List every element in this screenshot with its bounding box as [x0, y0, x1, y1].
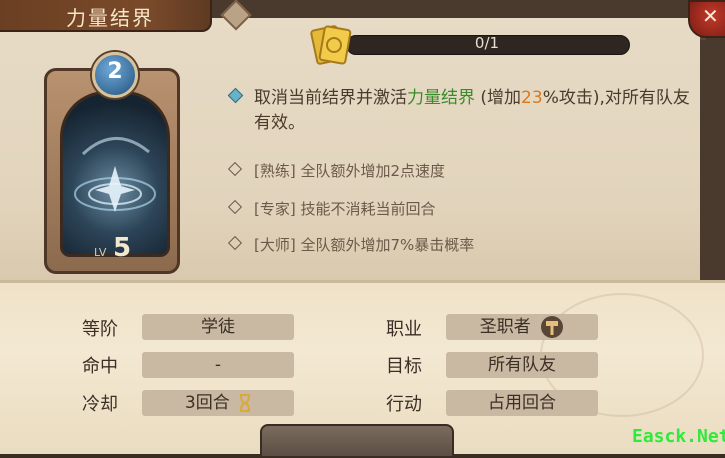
right-border	[700, 40, 725, 280]
cooldown-value: 3回合	[184, 393, 230, 413]
desc-part2: (增加	[475, 88, 522, 108]
diamond-outline-icon	[227, 235, 243, 251]
skill-card: LV 5	[44, 68, 180, 274]
bottom-tab[interactable]	[260, 424, 454, 458]
action-value: 占用回合	[446, 390, 598, 416]
hammer-icon	[541, 316, 564, 338]
desc-part1: 取消当前结界并激活	[254, 88, 407, 108]
class-box: 圣职者	[446, 314, 598, 340]
level-label: LV	[94, 246, 107, 259]
target-label: 目标	[386, 356, 422, 377]
desc-highlight: 力量结界	[407, 88, 475, 108]
progress-text: 0/1	[474, 34, 500, 52]
level-value: 5	[113, 233, 132, 263]
class-label: 职业	[386, 319, 422, 340]
sword-emblem-icon	[74, 137, 156, 212]
upgrade-item: [熟练] 全队额外增加2点速度	[227, 160, 445, 181]
upgrade-item: [专家] 技能不消耗当前回合	[227, 198, 435, 219]
hourglass-icon	[240, 394, 251, 412]
diamond-outline-icon	[227, 161, 243, 177]
hit-value: -	[142, 352, 294, 378]
action-label: 行动	[386, 394, 422, 415]
rank-value: 学徒	[142, 314, 294, 340]
rank-label: 等阶	[82, 319, 118, 340]
watermark: Easck.Net	[632, 426, 725, 447]
hit-label: 命中	[82, 356, 118, 377]
level-badge-number: 2	[107, 59, 123, 84]
level-badge: 2	[92, 52, 138, 98]
title-tab: 力量结界	[0, 0, 212, 32]
cooldown-box: 3回合	[142, 390, 294, 416]
diamond-outline-icon	[227, 199, 243, 215]
class-value: 圣职者	[479, 317, 531, 337]
cooldown-label: 冷却	[82, 394, 118, 415]
skill-description: 取消当前结界并激活力量结界 (增加23%攻击),对所有队友有效。	[254, 86, 694, 136]
page-title: 力量结界	[66, 6, 154, 30]
target-value: 所有队友	[446, 352, 598, 378]
close-icon[interactable]: ✕	[702, 4, 719, 28]
close-button[interactable]: ✕	[688, 0, 725, 38]
upgrade-item: [大师] 全队额外增加7%暴击概率	[227, 234, 474, 255]
desc-percent: 23	[521, 88, 543, 108]
